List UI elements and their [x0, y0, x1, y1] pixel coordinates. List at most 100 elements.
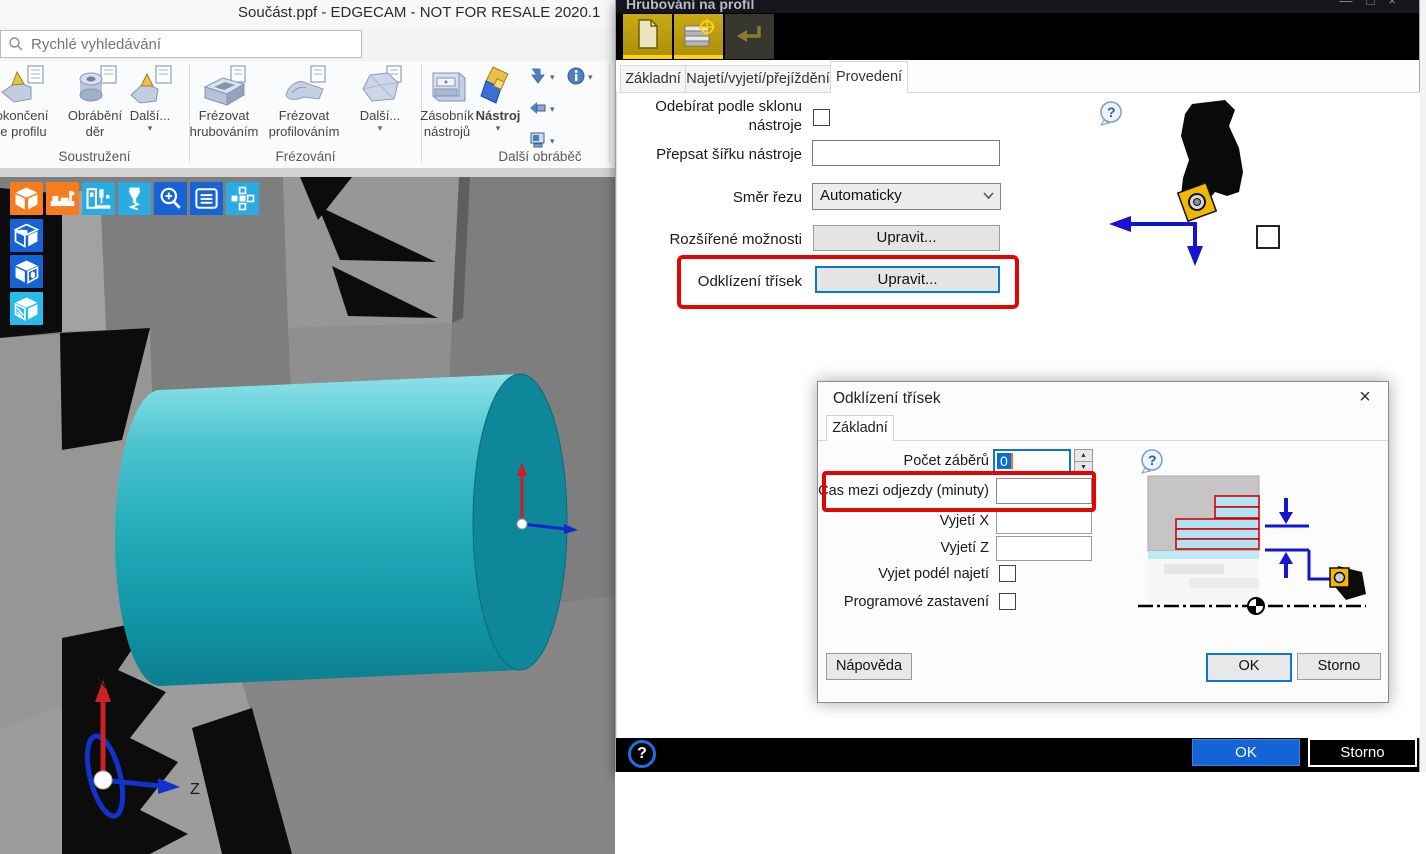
retract-arrow-icon — [528, 98, 548, 118]
tool-width-input[interactable] — [812, 140, 1000, 166]
dialog-storno-button[interactable]: Storno — [1308, 738, 1417, 767]
ribbon: okončení le profilu Obrábění děr Další — [0, 61, 615, 169]
cut-direction-label: Směr řezu — [617, 189, 802, 206]
chip-dialog-title: Odklízení třísek — [833, 390, 941, 408]
minimize-icon[interactable]: — — [1340, 0, 1367, 8]
mill-rough-icon — [202, 65, 247, 107]
tool-store-icon — [425, 65, 470, 107]
depth-arrow-icon — [528, 66, 548, 86]
ribbon-small-info-button[interactable]: ▾ — [566, 66, 600, 92]
toolbar-general-button[interactable] — [623, 14, 672, 59]
help-icon: ? — [1148, 452, 1157, 468]
viewport-icon-view-iso[interactable] — [10, 219, 43, 252]
ribbon-button-label: profilováním — [262, 124, 346, 140]
chip-help-button[interactable]: Nápověda — [826, 653, 912, 680]
close-icon[interactable]: × — [1388, 0, 1410, 8]
advanced-options-label: Rozšířené možnosti — [617, 231, 802, 248]
tab-provedeni[interactable]: Provedení — [830, 61, 908, 93]
spinner-down-button[interactable]: ▼ — [1074, 461, 1093, 475]
viewport-icon-view-shaded[interactable] — [10, 292, 43, 325]
area-below-dialog — [615, 772, 1426, 854]
view-cube-hole-icon — [13, 258, 40, 285]
retract-z-label: Vyjetí Z — [818, 540, 989, 556]
dialog-title: Hrubování na profil — [626, 0, 754, 12]
viewport-icon-machine[interactable] — [82, 182, 115, 215]
ribbon-group-other-machining: Další obráběč — [440, 149, 640, 166]
ribbon-button-label: okončení — [0, 108, 62, 124]
retract-along-label: Vyjet podél najetí — [818, 566, 989, 582]
search-input[interactable] — [29, 33, 353, 55]
dialog-odklizeni-trisek: Odklízení třísek × Základní Počet záběrů… — [817, 381, 1389, 703]
chip-ok-button[interactable]: OK — [1206, 653, 1292, 682]
slope-checkbox[interactable] — [813, 109, 830, 126]
footer-help-icon[interactable]: ? — [628, 740, 656, 768]
slope-label: nástroje — [617, 117, 802, 134]
retract-z-input[interactable] — [996, 536, 1092, 561]
restore-icon[interactable]: □ — [1367, 0, 1389, 8]
ribbon-button-mill-rough[interactable]: Frézovat hrubováním — [184, 63, 264, 147]
help-icon: ? — [1107, 104, 1116, 120]
viewport[interactable]: X Z — [0, 168, 615, 854]
ribbon-button-mill-profile[interactable]: Frézovat profilováním — [262, 63, 346, 147]
tab-najeti-vyjeti[interactable]: Najetí/vyjetí/přejíždění — [685, 65, 831, 92]
toolbar-cycle-button[interactable] — [674, 14, 723, 59]
lathe-icon — [49, 185, 76, 212]
ribbon-button-milling-more[interactable]: Další... ▾ — [352, 63, 408, 147]
viewport-icon-lathe-setup[interactable] — [46, 182, 79, 215]
axis-z-label: Z — [190, 781, 200, 798]
viewport-icon-view-turn[interactable] — [10, 255, 43, 288]
viewport-icon-zoom[interactable] — [154, 182, 187, 215]
machine-icon — [85, 185, 112, 212]
retract-x-label: Vyjetí X — [818, 513, 989, 529]
time-between-label: Čas mezi odjezdy (minuty) — [818, 483, 989, 499]
viewport-icon-list[interactable] — [190, 182, 223, 215]
dropdown-arrow-icon: ▾ — [471, 124, 525, 133]
viewport-3d-scene: X Z — [0, 168, 615, 854]
viewport-icon-layout[interactable] — [226, 182, 259, 215]
viewport-icon-tool-display[interactable] — [118, 182, 151, 215]
ribbon-button-label: Nástroj — [471, 108, 525, 124]
list-icon — [193, 185, 220, 212]
ribbon-button-tool[interactable]: Nástroj ▾ — [471, 63, 525, 147]
passes-spinner-input[interactable]: 0 — [993, 449, 1071, 473]
ribbon-group-turning: Soustružení — [0, 149, 189, 166]
slope-label: Odebírat podle sklonu — [617, 98, 802, 115]
mill-more-icon — [358, 65, 403, 107]
window-title: Součást.ppf - EDGECAM - NOT FOR RESALE 2… — [238, 4, 615, 24]
time-between-input[interactable] — [996, 478, 1092, 504]
dropdown-arrow-icon: ▾ — [588, 73, 593, 82]
dropdown-arrow-icon: ▾ — [122, 124, 178, 133]
viewport-icon-stock[interactable] — [10, 182, 43, 215]
dialog-titlebar[interactable]: Hrubování na profil —□× — [616, 0, 1420, 13]
retract-x-input[interactable] — [996, 509, 1092, 534]
ribbon-small-depth-button[interactable]: ▾ — [528, 66, 562, 92]
ribbon-small-retract-button[interactable]: ▾ — [528, 98, 562, 124]
program-stop-checkbox[interactable] — [999, 593, 1016, 610]
advanced-edit-button[interactable]: Upravit... — [813, 225, 1000, 251]
search-row — [0, 28, 615, 61]
chip-clearance-label: Odklízení třísek — [617, 273, 802, 290]
tab-zakladni[interactable]: Základní — [620, 65, 686, 92]
ribbon-divider — [609, 64, 610, 162]
chip-clearance-edit-button[interactable]: Upravit... — [815, 266, 1000, 293]
toolbar-back-button[interactable] — [725, 14, 774, 59]
close-icon[interactable]: × — [1354, 386, 1376, 409]
tool-icon — [476, 65, 521, 107]
ribbon-button-finish-profile[interactable]: okončení le profilu — [0, 63, 62, 147]
chip-storno-button[interactable]: Storno — [1297, 653, 1381, 680]
ribbon-button-label: Další... — [122, 108, 178, 124]
search-box[interactable] — [0, 30, 362, 58]
search-icon — [8, 36, 24, 52]
chip-tab-zakladni[interactable]: Základní — [826, 415, 894, 441]
dialog-window-controls[interactable]: —□× — [1340, 0, 1410, 8]
tool-orientation-illustration: ? — [1097, 96, 1317, 286]
retract-along-checkbox[interactable] — [999, 565, 1016, 582]
ribbon-button-turning-more[interactable]: Další... ▾ — [122, 63, 178, 147]
cut-direction-select[interactable]: Automaticky — [812, 183, 1001, 210]
machine-sim-icon — [528, 130, 548, 150]
cycle-stock-icon — [682, 18, 716, 50]
dropdown-arrow-icon: ▾ — [550, 105, 555, 114]
ribbon-button-label: Frézovat — [184, 108, 264, 124]
axis-x-label: X — [96, 675, 107, 692]
dialog-ok-button[interactable]: OK — [1192, 739, 1300, 766]
